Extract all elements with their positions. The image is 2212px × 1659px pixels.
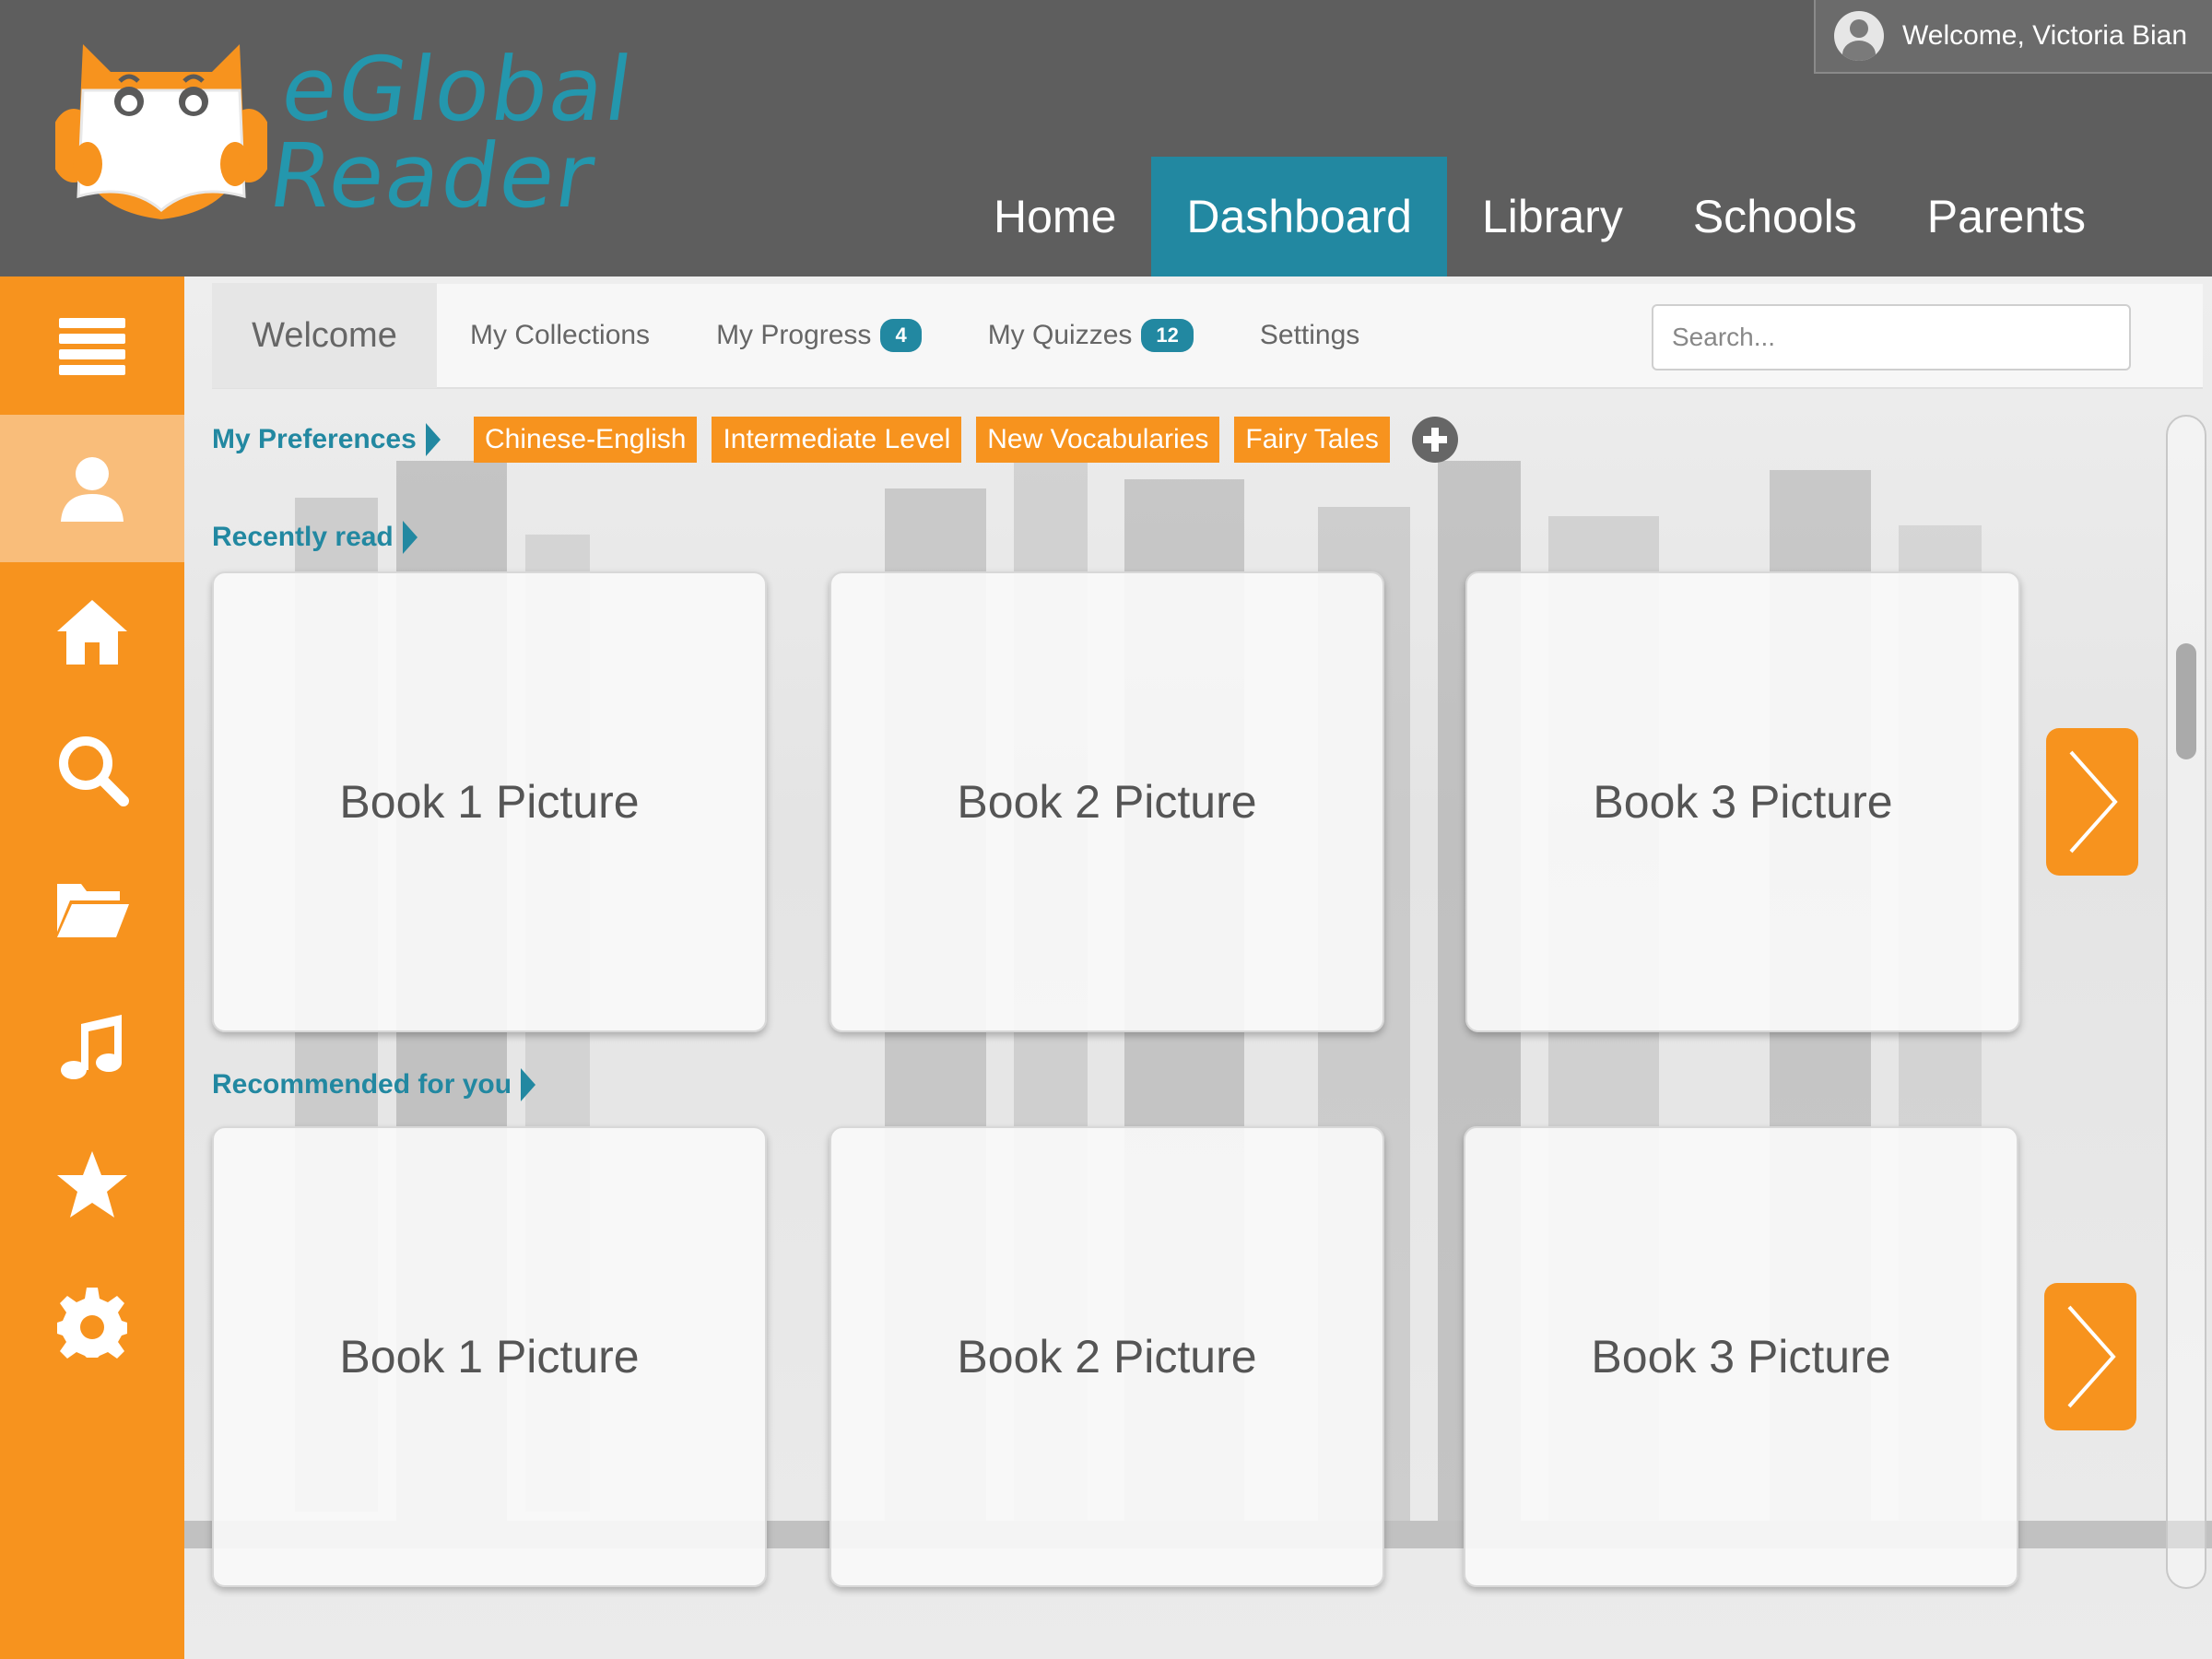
book-card[interactable]: Book 1 Picture (212, 571, 767, 1032)
nav-dashboard[interactable]: Dashboard (1151, 157, 1447, 276)
book-title: Book 2 Picture (957, 776, 1257, 828)
folder-icon (57, 884, 129, 937)
gear-icon (57, 1288, 127, 1359)
my-preferences-link[interactable]: My Preferences (212, 417, 441, 463)
music-icon (61, 1015, 122, 1079)
scrollbar-thumb[interactable] (2176, 643, 2196, 759)
chevron-right-icon (2069, 750, 2118, 853)
app-header: eGlobal Reader Welcome, Victoria Bian Ho… (0, 0, 2212, 276)
add-preference-icon[interactable] (1411, 417, 1458, 463)
dashboard-tabs: Welcome My Collections My Progress 4 My … (212, 283, 2203, 389)
chevron-right-icon (402, 521, 418, 554)
quizzes-count-badge: 12 (1141, 319, 1194, 352)
preference-chip[interactable]: New Vocabularies (976, 417, 1220, 463)
recommended-label: Recommended for you (212, 1069, 512, 1100)
preferences-chips: Chinese-English Intermediate Level New V… (474, 417, 1458, 463)
sidebar-item-favorites[interactable] (0, 1115, 184, 1253)
my-preferences-label: My Preferences (212, 424, 417, 454)
book-title: Book 3 Picture (1593, 776, 1893, 828)
progress-count-badge: 4 (880, 319, 922, 352)
menu-icon (59, 318, 125, 375)
sidebar-item-menu[interactable] (0, 276, 184, 415)
preference-chip[interactable]: Intermediate Level (712, 417, 962, 463)
tab-settings[interactable]: Settings (1227, 283, 1393, 388)
sidebar-item-search[interactable] (0, 700, 184, 839)
star-icon (57, 1151, 127, 1218)
nav-home[interactable]: Home (959, 157, 1151, 276)
sidebar (0, 276, 184, 1659)
sidebar-item-profile[interactable] (0, 415, 184, 562)
tab-my-quizzes[interactable]: My Quizzes 12 (955, 283, 1227, 388)
book-title: Book 1 Picture (339, 776, 640, 828)
chevron-right-icon (2067, 1305, 2116, 1408)
chevron-right-icon (425, 423, 441, 456)
recently-read-row: Book 1 Picture Book 2 Picture Book 3 Pic… (212, 571, 2147, 1032)
book-title: Book 3 Picture (1591, 1331, 1891, 1382)
book-card[interactable]: Book 3 Picture (1465, 571, 2020, 1032)
sidebar-item-settings[interactable] (0, 1253, 184, 1392)
egr-logo[interactable]: eGlobal Reader (55, 35, 640, 229)
search-input[interactable] (1652, 304, 2131, 371)
tab-welcome[interactable]: Welcome (212, 283, 437, 388)
vertical-scrollbar[interactable] (2166, 415, 2206, 1589)
tab-my-collections[interactable]: My Collections (437, 283, 683, 388)
sidebar-item-music[interactable] (0, 977, 184, 1115)
recently-read-next-button[interactable] (2046, 728, 2138, 876)
recommended-row: Book 1 Picture Book 2 Picture Book 3 Pic… (212, 1126, 2147, 1587)
logo-line-2: Reader (263, 124, 603, 228)
nav-library[interactable]: Library (1447, 157, 1658, 276)
preference-chip[interactable]: Chinese-English (474, 417, 698, 463)
preference-chip[interactable]: Fairy Tales (1234, 417, 1390, 463)
book-card[interactable]: Book 2 Picture (830, 1126, 1384, 1587)
sidebar-item-folder[interactable] (0, 839, 184, 977)
tab-my-progress[interactable]: My Progress 4 (683, 283, 955, 388)
home-icon (57, 600, 127, 665)
tab-my-progress-label: My Progress (716, 320, 872, 350)
owl-logo-icon (55, 44, 267, 219)
sidebar-item-home[interactable] (0, 562, 184, 700)
user-avatar-icon (1834, 11, 1884, 61)
book-title: Book 2 Picture (957, 1331, 1257, 1382)
book-title: Book 1 Picture (339, 1331, 640, 1382)
logo-wordmark: eGlobal Reader (263, 38, 640, 228)
chevron-right-icon (521, 1068, 536, 1101)
recommended-next-button[interactable] (2044, 1283, 2136, 1430)
user-welcome[interactable]: Welcome, Victoria Bian (1814, 0, 2212, 74)
recently-read-label: Recently read (212, 522, 394, 552)
tab-my-quizzes-label: My Quizzes (987, 320, 1133, 350)
main-nav: Home Dashboard Library Schools Parents (959, 157, 2121, 276)
user-icon (61, 457, 124, 522)
nav-schools[interactable]: Schools (1658, 157, 1892, 276)
book-card[interactable]: Book 3 Picture (1464, 1126, 2018, 1587)
recommended-link[interactable]: Recommended for you (212, 1062, 536, 1108)
welcome-text: Welcome, Victoria Bian (1902, 20, 2188, 51)
dashboard-content: Welcome My Collections My Progress 4 My … (184, 276, 2212, 1659)
recently-read-link[interactable]: Recently read (212, 514, 418, 560)
book-card[interactable]: Book 2 Picture (830, 571, 1384, 1032)
search-icon (59, 736, 129, 806)
logo-line-1: eGlobal (275, 38, 640, 141)
book-card[interactable]: Book 1 Picture (212, 1126, 767, 1587)
nav-parents[interactable]: Parents (1892, 157, 2121, 276)
